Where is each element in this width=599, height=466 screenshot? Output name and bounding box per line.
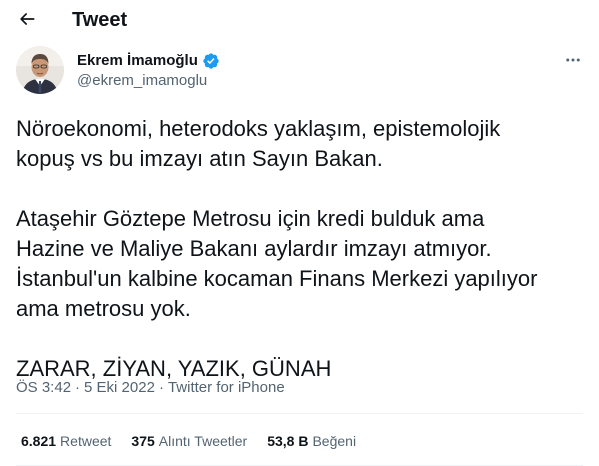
- avatar-image: [16, 46, 64, 94]
- author-handle[interactable]: @ekrem_imamoglu: [77, 71, 207, 91]
- tweet-paragraph: Nöroekonomi, heterodoks yaklaşım, episte…: [16, 116, 501, 171]
- quote-tweets-stat[interactable]: 375 Alıntı Tweetler: [131, 431, 247, 451]
- more-horizontal-icon: [566, 58, 580, 62]
- retweets-count: 6.821: [21, 433, 57, 449]
- divider: [16, 413, 583, 414]
- author-name-row: Ekrem İmamoğlu: [77, 51, 220, 71]
- retweets-stat[interactable]: 6.821 Retweet: [21, 431, 111, 451]
- quotes-label: Alıntı Tweetler: [158, 433, 248, 449]
- page-title: Tweet: [72, 9, 128, 31]
- more-options-button[interactable]: [558, 48, 588, 72]
- quotes-count: 375: [131, 433, 155, 449]
- meta-separator: ·: [158, 379, 164, 396]
- top-bar: Tweet: [0, 0, 599, 40]
- meta-separator: ·: [75, 379, 81, 396]
- tweet-time[interactable]: ÖS 3:42: [16, 378, 71, 398]
- avatar[interactable]: [16, 46, 64, 94]
- likes-stat[interactable]: 53,8 B Beğeni: [267, 431, 356, 451]
- tweet-text: Nöroekonomi, heterodoks yaklaşım, episte…: [16, 114, 586, 384]
- likes-label: Beğeni: [312, 433, 357, 449]
- arrow-left-icon: [20, 13, 35, 25]
- retweets-label: Retweet: [60, 433, 112, 449]
- author-display-name[interactable]: Ekrem İmamoğlu: [77, 51, 198, 71]
- tweet-paragraph: Ataşehir Göztepe Metrosu için kredi buld…: [16, 206, 538, 321]
- verified-badge-icon: [203, 53, 219, 69]
- tweet-source[interactable]: Twitter for iPhone: [168, 378, 285, 398]
- tweet-date[interactable]: 5 Eki 2022: [84, 378, 155, 398]
- likes-count: 53,8 B: [267, 433, 309, 449]
- tweet-meta: ÖS 3:42 · 5 Eki 2022 · Twitter for iPhon…: [16, 378, 285, 398]
- back-button[interactable]: [10, 4, 44, 34]
- tweet-stats: 6.821 Retweet 375 Alıntı Tweetler 53,8 B Be…: [21, 431, 356, 451]
